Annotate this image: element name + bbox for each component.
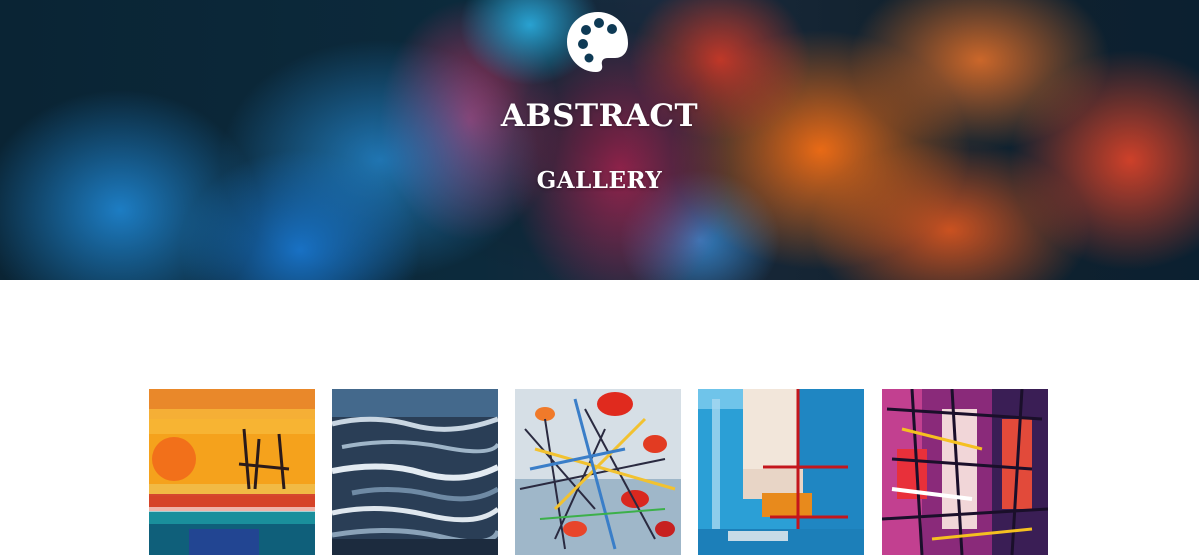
gallery-item-painting-magenta-abstract[interactable] [882, 389, 1048, 555]
gallery-grid [149, 389, 1049, 556]
hero-banner: ABSTRACT GALLERY [0, 0, 1199, 280]
gallery-item-painting-sunset-sea[interactable] [149, 389, 315, 555]
palette-icon [565, 10, 630, 74]
gallery-item-painting-blue-geometric[interactable] [698, 389, 864, 555]
page-title: ABSTRACT [500, 98, 699, 134]
page-subtitle: GALLERY [536, 167, 663, 194]
gallery-item-painting-dark-waves[interactable] [332, 389, 498, 555]
gallery-item-painting-colorful-splatter[interactable] [515, 389, 681, 555]
